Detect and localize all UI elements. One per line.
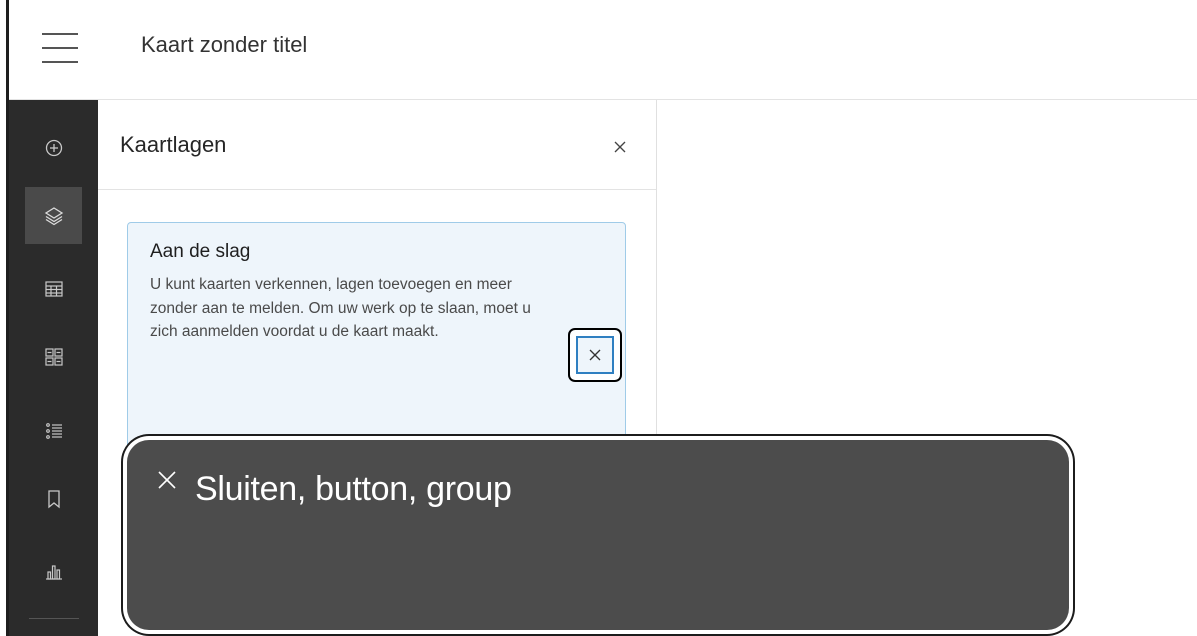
panel-header: Kaartlagen	[98, 100, 656, 190]
app-header: Kaart zonder titel	[9, 0, 1197, 100]
voiceover-caption-text: Sluiten, button, group	[195, 470, 512, 508]
notice-close-button[interactable]	[576, 336, 614, 374]
chart-icon	[45, 564, 62, 580]
app-window: Kaart zonder titel Kaartlagen Aan de sla…	[0, 0, 1197, 636]
panel-close-button[interactable]	[606, 133, 634, 161]
action-bar	[9, 100, 98, 636]
plus-circle-icon	[45, 139, 62, 156]
focus-ring	[568, 328, 622, 382]
bookmark-icon	[47, 489, 60, 508]
bookmarks-button[interactable]	[25, 470, 82, 527]
panel-title: Kaartlagen	[120, 132, 227, 157]
action-bar-divider	[29, 618, 79, 619]
layers-button[interactable]	[25, 187, 82, 244]
close-icon	[614, 141, 626, 153]
window-edge	[0, 0, 9, 636]
notice-title: Aan de slag	[150, 241, 251, 262]
notice-body: U kunt kaarten verkennen, lagen toevoege…	[150, 276, 531, 340]
media-button[interactable]	[25, 328, 82, 385]
tables-button[interactable]	[25, 260, 82, 317]
close-icon	[158, 471, 176, 489]
legend-button[interactable]	[25, 402, 82, 459]
voiceover-caption-panel: Sluiten, button, group	[123, 436, 1073, 634]
grid-icon	[44, 347, 63, 366]
legend-list-icon	[45, 422, 62, 439]
hamburger-menu-icon[interactable]	[34, 30, 90, 70]
voiceover-caption-body: Sluiten, button, group	[127, 440, 1069, 630]
map-title[interactable]: Kaart zonder titel	[141, 32, 307, 58]
table-icon	[44, 280, 63, 297]
charts-button[interactable]	[25, 542, 82, 599]
close-icon	[589, 349, 601, 361]
add-layer-button[interactable]	[25, 119, 82, 176]
layers-icon	[44, 206, 63, 225]
